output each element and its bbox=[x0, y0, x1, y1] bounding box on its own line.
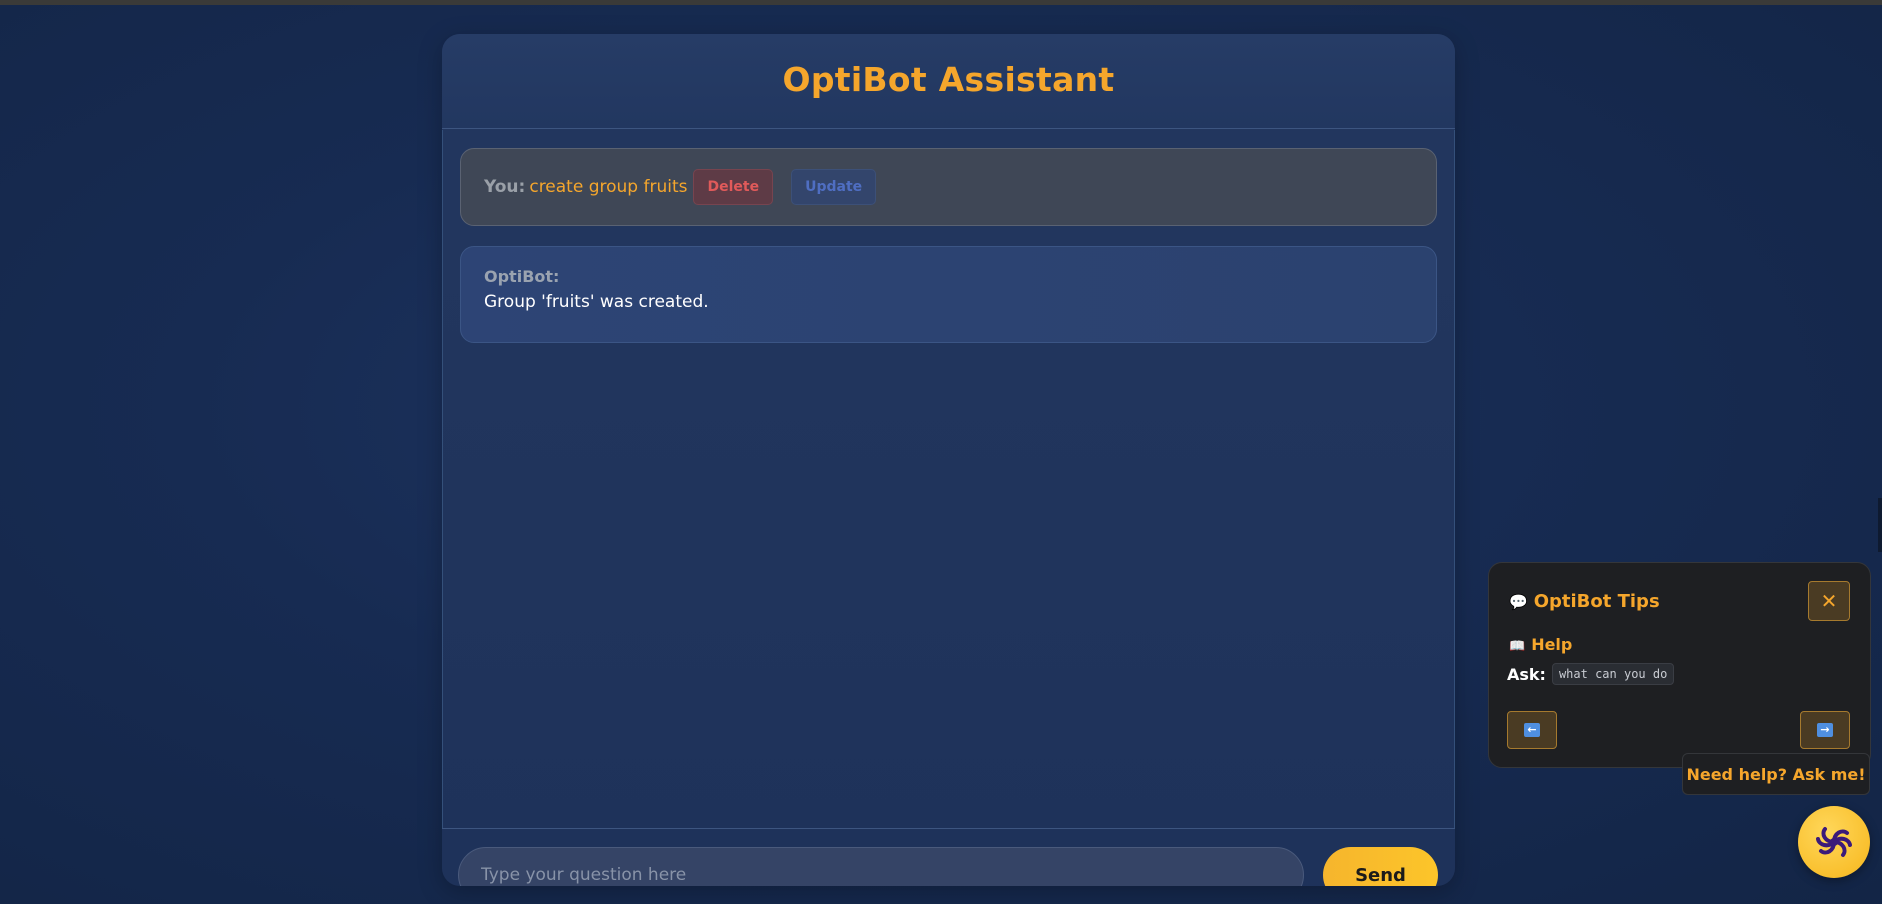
chat-launcher-button[interactable] bbox=[1798, 806, 1870, 878]
swirl-logo-icon bbox=[1816, 827, 1852, 857]
left-arrow-icon: ← bbox=[1524, 723, 1540, 737]
tips-title: OptiBot Tips bbox=[1533, 591, 1660, 612]
tips-section-title: Help bbox=[1531, 635, 1573, 654]
close-icon: ✕ bbox=[1820, 589, 1838, 613]
next-tip-button[interactable]: → bbox=[1800, 711, 1850, 749]
update-button[interactable]: Update bbox=[791, 169, 877, 205]
bot-message: OptiBot: Group 'fruits' was created. bbox=[460, 246, 1437, 343]
tips-ask-row: Ask: what can you do bbox=[1507, 663, 1675, 685]
composer: Send bbox=[442, 828, 1455, 886]
scrollbar-edge bbox=[1878, 498, 1882, 552]
chat-panel: OptiBot Assistant You: create group frui… bbox=[442, 34, 1455, 886]
tips-section-title-row: 📖 Help bbox=[1509, 635, 1572, 654]
speech-bubble-icon: 💬 bbox=[1509, 593, 1528, 611]
send-button[interactable]: Send bbox=[1323, 847, 1438, 886]
page-title: OptiBot Assistant bbox=[782, 60, 1115, 99]
book-icon: 📖 bbox=[1509, 639, 1526, 654]
tips-popup: 💬 OptiBot Tips ✕ 📖 Help Ask: what can you … bbox=[1488, 562, 1871, 768]
previous-tip-button[interactable]: ← bbox=[1507, 711, 1557, 749]
ask-example-code: what can you do bbox=[1551, 663, 1675, 685]
bot-message-text: Group 'fruits' was created. bbox=[484, 292, 709, 312]
window-top-border bbox=[0, 0, 1882, 5]
right-arrow-icon: → bbox=[1817, 723, 1833, 737]
delete-button[interactable]: Delete bbox=[693, 169, 774, 205]
tips-title-row: 💬 OptiBot Tips bbox=[1509, 591, 1660, 612]
user-sender-label: You: bbox=[484, 177, 526, 197]
ask-label: Ask: bbox=[1507, 664, 1546, 684]
message-list: You: create group fruits Delete Update O… bbox=[442, 130, 1455, 828]
user-message: You: create group fruits Delete Update bbox=[460, 148, 1437, 226]
close-button[interactable]: ✕ bbox=[1808, 581, 1850, 621]
bot-sender-label: OptiBot: bbox=[484, 267, 560, 286]
help-prompt-bubble[interactable]: Need help? Ask me! bbox=[1682, 753, 1870, 795]
user-message-text: create group fruits bbox=[529, 177, 688, 197]
question-input[interactable] bbox=[458, 847, 1304, 886]
chat-header: OptiBot Assistant bbox=[442, 34, 1455, 129]
